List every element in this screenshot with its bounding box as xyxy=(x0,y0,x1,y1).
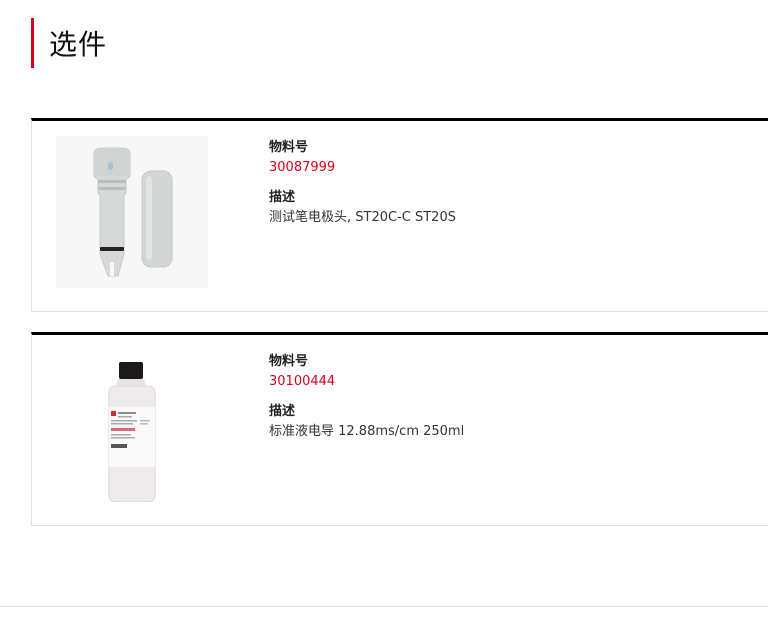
product-info: 物料号 30087999 描述 测试笔电极头, ST20C-C ST20S xyxy=(269,139,456,227)
solution-bottle-icon xyxy=(56,350,208,503)
description-text: 标准液电导 12.88ms/cm 250ml xyxy=(269,424,465,439)
page-divider xyxy=(0,606,768,607)
description-label: 描述 xyxy=(269,404,296,419)
description-block: 描述 标准液电导 12.88ms/cm 250ml xyxy=(269,403,464,441)
part-number-label: 物料号 xyxy=(269,354,309,369)
product-image-solution-bottle[interactable] xyxy=(56,350,208,503)
options-page: 选件 物料号 30087999 描述 测试笔电极头, ST20C-C ST20S… xyxy=(0,0,768,617)
description-text: 测试笔电极头, ST20C-C ST20S xyxy=(269,210,456,225)
product-card: 物料号 30100444 描述 标准液电导 12.88ms/cm 250ml xyxy=(31,332,768,526)
product-image-electrode-tip[interactable] xyxy=(56,136,208,288)
part-number-block: 物料号 30100444 xyxy=(269,353,464,391)
part-number-link[interactable]: 30087999 xyxy=(269,159,456,177)
part-number-link[interactable]: 30100444 xyxy=(269,373,464,391)
part-number-label: 物料号 xyxy=(269,140,309,155)
description-label: 描述 xyxy=(269,190,296,205)
product-info: 物料号 30100444 描述 标准液电导 12.88ms/cm 250ml xyxy=(269,353,464,441)
product-card: 物料号 30087999 描述 测试笔电极头, ST20C-C ST20S xyxy=(31,118,768,312)
electrode-tip-with-cap-icon xyxy=(56,136,208,288)
section-header: 选件 xyxy=(31,18,107,68)
description-block: 描述 测试笔电极头, ST20C-C ST20S xyxy=(269,189,456,227)
section-title: 选件 xyxy=(49,28,108,61)
part-number-block: 物料号 30087999 xyxy=(269,139,456,177)
